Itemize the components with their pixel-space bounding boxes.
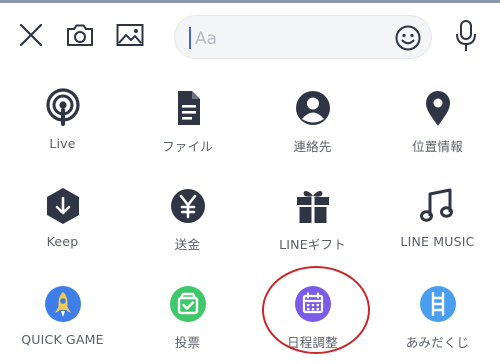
rocket-icon [43,284,83,324]
file-icon [168,88,208,128]
menu-item-live[interactable]: Live [0,68,125,166]
text-caret [189,27,191,49]
menu-item-amida[interactable]: あみだくじ [375,264,500,362]
calendar-icon [293,284,333,324]
live-broadcast-icon [43,88,83,128]
message-input[interactable] [193,24,387,54]
menu-item-label: 位置情報 [412,139,463,154]
menu-item-label: 日程調整 [287,335,338,350]
menu-item-label: 投票 [174,335,201,350]
menu-item-line-music[interactable]: LINE MUSIC [375,166,500,264]
menu-item-quick-game[interactable]: QUICK GAME [0,264,125,362]
contact-icon [293,88,333,128]
image-icon[interactable] [113,18,147,52]
menu-item-label: LINEギフト [279,237,346,252]
keep-download-icon [43,186,83,226]
menu-item-schedule[interactable]: 日程調整 [250,264,375,362]
menu-item-label: Keep [46,234,79,249]
menu-item-label: あみだくじ [405,335,470,350]
menu-item-vote[interactable]: 投票 [125,264,250,362]
menu-item-label: LINE MUSIC [400,234,475,249]
menu-item-location[interactable]: 位置情報 [375,68,500,166]
menu-item-label: Live [49,136,76,151]
ladder-icon [418,284,458,324]
mic-icon[interactable] [450,18,482,54]
gift-icon [293,186,333,226]
vote-icon [168,284,208,324]
menu-item-label: QUICK GAME [21,332,104,347]
menu-item-label: 連絡先 [293,139,332,154]
menu-item-keep[interactable]: Keep [0,166,125,264]
message-input-box[interactable] [174,15,432,59]
yen-icon [168,186,208,226]
menu-item-label: ファイル [162,139,213,154]
menu-item-transfer[interactable]: 送金 [125,166,250,264]
attachment-menu-grid: Live ファイル 連絡先 位置情報 Keep 送金 LINEギフト LINE … [0,68,500,364]
location-pin-icon [418,88,458,128]
chat-input-toolbar [0,3,500,65]
menu-item-file[interactable]: ファイル [125,68,250,166]
emoji-icon[interactable] [393,23,423,53]
menu-item-gift[interactable]: LINEギフト [250,166,375,264]
menu-item-contact[interactable]: 連絡先 [250,68,375,166]
close-icon[interactable] [14,18,48,52]
music-note-icon [418,186,458,226]
menu-item-label: 送金 [174,237,201,252]
camera-icon[interactable] [63,18,97,52]
